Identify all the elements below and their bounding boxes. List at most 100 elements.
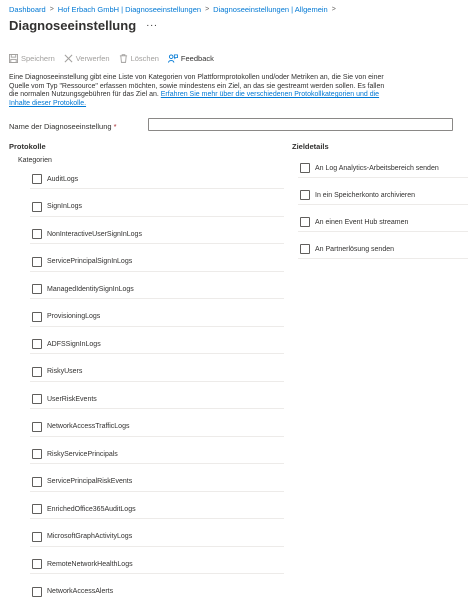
log-category-checkbox[interactable] (32, 449, 42, 459)
logs-heading: Protokolle (9, 142, 46, 151)
destination-checkbox[interactable] (300, 244, 310, 254)
destination-checkbox-row[interactable]: In ein Speicherkonto archivieren (300, 189, 415, 201)
name-field-label: Name der Diagnoseeinstellung * (9, 122, 117, 131)
feedback-button-label: Feedback (180, 54, 214, 63)
row-divider (30, 573, 284, 574)
row-divider (298, 231, 468, 232)
log-category-checkbox-label: RiskyUsers (47, 368, 83, 375)
delete-button-label: Löschen (130, 54, 159, 63)
row-divider (30, 545, 284, 547)
row-divider (30, 518, 284, 519)
log-category-checkbox-row[interactable]: ProvisioningLogs (32, 311, 100, 323)
breadcrumb-diagnostics-general[interactable]: Diagnoseeinstellungen | Allgemein (213, 5, 328, 14)
row-divider (298, 204, 468, 205)
log-category-checkbox-label: ServicePrincipalSignInLogs (47, 258, 133, 265)
chevron-right-icon: > (331, 5, 336, 13)
breadcrumb: Dashboard > Hof Erbach GmbH | Diagnoseei… (9, 4, 340, 14)
row-divider (298, 177, 468, 178)
log-category-checkbox[interactable] (32, 311, 42, 322)
destination-checkbox-label: An Log Analytics-Arbeitsbereich senden (315, 164, 439, 172)
log-category-checkbox-label: UserRiskEvents (47, 395, 97, 403)
log-category-checkbox-label: SignInLogs (47, 203, 83, 210)
discard-button-label: Verwerfen (75, 54, 110, 63)
row-divider (30, 380, 284, 382)
log-category-checkbox[interactable] (32, 559, 42, 569)
chevron-right-icon: > (49, 5, 54, 13)
log-category-checkbox[interactable] (32, 586, 42, 597)
breadcrumb-dashboard[interactable]: Dashboard (9, 5, 46, 14)
log-category-checkbox[interactable] (32, 284, 42, 294)
destination-checkbox[interactable] (300, 217, 310, 227)
log-category-checkbox[interactable] (32, 339, 42, 349)
delete-button[interactable]: Löschen (119, 54, 159, 63)
log-category-checkbox-row[interactable]: UserRiskEvents (32, 393, 97, 405)
name-field-label-text: Name der Diagnoseeinstellung (9, 122, 112, 131)
save-button[interactable]: Speichern (9, 54, 55, 63)
page-title: Diagnoseeinstellung (9, 18, 137, 33)
row-divider (30, 215, 284, 217)
breadcrumb-tenant-diagnostics[interactable]: Hof Erbach GmbH | Diagnoseeinstellungen (58, 5, 201, 14)
log-category-checkbox-row[interactable]: AuditLogs (32, 173, 78, 185)
title-row: Diagnoseeinstellung ··· (9, 18, 158, 33)
log-category-checkbox-row[interactable]: MicrosoftGraphActivityLogs (32, 531, 132, 543)
log-category-checkbox[interactable] (32, 531, 42, 542)
diagnostic-setting-name-input[interactable] (148, 118, 453, 131)
log-category-checkbox-row[interactable]: SignInLogs (32, 201, 82, 213)
categories-label: Kategorien (18, 157, 52, 164)
log-category-checkbox[interactable] (32, 394, 42, 404)
destination-details-heading: Zieldetails (292, 142, 329, 151)
required-mark: * (113, 122, 117, 131)
log-category-checkbox[interactable] (32, 504, 42, 514)
log-category-checkbox-row[interactable]: ServicePrincipalSignInLogs (32, 256, 132, 268)
row-divider (30, 325, 284, 327)
log-category-checkbox-label: RiskyServicePrincipals (47, 450, 118, 458)
log-category-checkbox[interactable] (32, 229, 42, 239)
log-category-checkbox[interactable] (32, 174, 42, 184)
row-divider (30, 243, 284, 244)
destination-checkbox-row[interactable]: An Partnerlösung senden (300, 243, 394, 255)
row-divider (30, 408, 284, 409)
destination-checkbox-row[interactable]: An Log Analytics-Arbeitsbereich senden (300, 162, 439, 174)
row-divider (30, 270, 284, 272)
log-category-checkbox-label: NonInteractiveUserSignInLogs (47, 230, 142, 238)
destination-checkbox-label: An Partnerlösung senden (315, 245, 394, 253)
log-category-checkbox-label: ProvisioningLogs (47, 313, 101, 320)
row-divider (30, 490, 284, 492)
log-category-checkbox-row[interactable]: NonInteractiveUserSignInLogs (32, 228, 142, 240)
log-category-checkbox-label: MicrosoftGraphActivityLogs (47, 533, 133, 540)
discard-button[interactable]: Verwerfen (64, 54, 110, 63)
log-category-checkbox-row[interactable]: ServicePrincipalRiskEvents (32, 476, 132, 488)
log-category-checkbox-row[interactable]: ManagedIdentitySignInLogs (32, 283, 134, 295)
log-category-checkbox-row[interactable]: NetworkAccessTrafficLogs (32, 421, 129, 433)
row-divider (30, 435, 284, 437)
destination-checkbox-row[interactable]: An einen Event Hub streamen (300, 216, 408, 228)
log-category-checkbox[interactable] (32, 476, 42, 487)
row-divider (30, 463, 284, 464)
description-text: Eine Diagnoseeinstellung gibt eine Liste… (9, 74, 389, 108)
log-category-checkbox-label: NetworkAccessAlerts (47, 588, 114, 595)
destination-checkbox[interactable] (300, 163, 310, 173)
log-category-checkbox-label: NetworkAccessTrafficLogs (47, 423, 130, 430)
trash-icon (119, 54, 127, 63)
log-category-checkbox-label: ServicePrincipalRiskEvents (47, 478, 133, 485)
log-category-checkbox-row[interactable]: EnrichedOffice365AuditLogs (32, 503, 136, 515)
close-icon (64, 54, 73, 63)
feedback-button[interactable]: Feedback (167, 54, 214, 63)
log-category-checkbox[interactable] (32, 256, 42, 267)
log-category-checkbox[interactable] (32, 201, 42, 212)
log-category-checkbox-label: ManagedIdentitySignInLogs (47, 285, 134, 293)
log-category-checkbox-row[interactable]: RemoteNetworkHealthLogs (32, 558, 133, 570)
destination-checkbox[interactable] (300, 190, 310, 200)
log-category-checkbox-row[interactable]: ADFSSignInLogs (32, 338, 101, 350)
log-category-checkbox[interactable] (32, 421, 42, 432)
command-bar: Speichern Verwerfen Löschen Feedback (9, 54, 223, 63)
log-category-checkbox-row[interactable]: RiskyServicePrincipals (32, 448, 118, 460)
log-category-checkbox-row[interactable]: NetworkAccessAlerts (32, 586, 113, 598)
log-category-checkbox-label: ADFSSignInLogs (47, 340, 101, 348)
row-divider (30, 353, 284, 354)
log-category-checkbox-label: AuditLogs (47, 175, 79, 183)
more-options-icon[interactable]: ··· (146, 20, 158, 31)
row-divider (298, 258, 468, 259)
log-category-checkbox[interactable] (32, 366, 42, 377)
log-category-checkbox-row[interactable]: RiskyUsers (32, 366, 82, 378)
